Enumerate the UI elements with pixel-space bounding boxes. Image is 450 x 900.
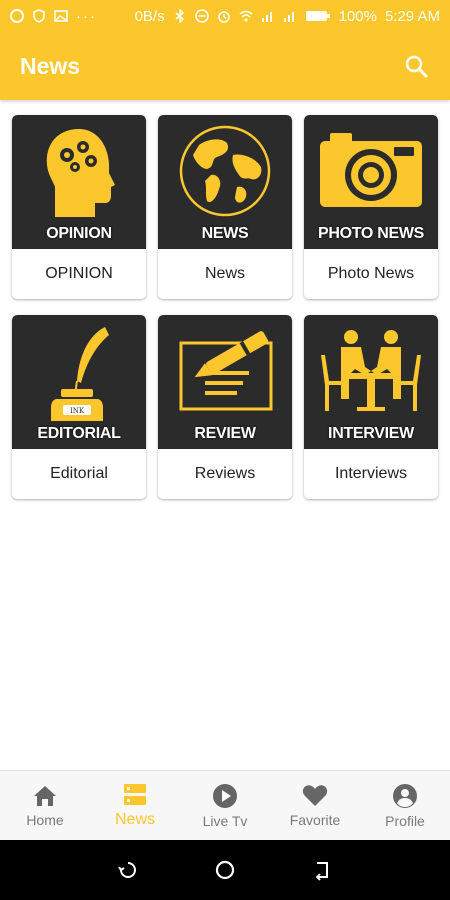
- category-card-news[interactable]: NEWS News: [158, 115, 292, 299]
- alarm-icon: [217, 11, 230, 23]
- nav-item-profile[interactable]: Profile: [360, 783, 450, 829]
- bottom-navigation: Home News Live Tv Favorite Profile: [0, 770, 450, 840]
- category-caption: Interviews: [334, 465, 408, 482]
- category-card-editorial[interactable]: INK EDITORIAL Editorial: [12, 315, 146, 499]
- network-speed: 0B/s: [134, 7, 165, 25]
- nav-item-live-tv[interactable]: Live Tv: [180, 783, 270, 829]
- nav-label: Profile: [385, 812, 425, 829]
- globe-icon: [179, 125, 271, 217]
- back-icon[interactable]: [311, 859, 333, 881]
- page-title: News: [20, 52, 81, 79]
- interview-table-icon: [321, 330, 421, 411]
- category-card-photo-news[interactable]: PHOTO NEWS Photo News: [304, 115, 438, 299]
- notification-icon: [10, 9, 24, 23]
- category-image: REVIEW: [158, 315, 292, 449]
- pen-paper-icon: [179, 331, 273, 411]
- quill-ink-icon: INK: [51, 327, 109, 421]
- nav-label: News: [114, 810, 155, 828]
- shield-icon: [33, 9, 45, 23]
- status-bar-left: ···: [10, 8, 97, 25]
- ink-label: INK: [70, 407, 85, 415]
- search-icon: [405, 55, 428, 78]
- camera-icon: [320, 133, 422, 207]
- battery-level: 100%: [338, 7, 377, 25]
- home-icon: [34, 785, 56, 806]
- category-image-label: PHOTO NEWS: [317, 225, 425, 242]
- category-image: INTERVIEW: [304, 315, 438, 449]
- category-image-label: INTERVIEW: [328, 425, 414, 442]
- nav-label: Live Tv: [202, 812, 248, 829]
- category-image-label: REVIEW: [194, 425, 256, 442]
- category-image: INK EDITORIAL: [12, 315, 146, 449]
- nav-item-home[interactable]: Home: [0, 784, 90, 828]
- signal-icon-2: [283, 12, 294, 22]
- status-bar-right: 0B/s 100% 5:29 AM: [135, 8, 440, 25]
- bluetooth-icon: [175, 9, 184, 23]
- dnd-icon: [194, 9, 209, 23]
- category-caption: Editorial: [50, 465, 108, 482]
- category-image: PHOTO NEWS: [304, 115, 438, 249]
- nav-label: Home: [26, 811, 64, 828]
- nav-label: Favorite: [289, 811, 341, 828]
- profile-icon: [393, 783, 417, 808]
- category-image: NEWS: [158, 115, 292, 249]
- app-bar: News: [0, 32, 450, 100]
- search-button[interactable]: [400, 50, 432, 82]
- play-circle-icon: [213, 783, 237, 808]
- category-card-interview[interactable]: INTERVIEW Interviews: [304, 315, 438, 499]
- more-notifications-icon: ···: [76, 7, 97, 25]
- category-image-label: NEWS: [201, 225, 249, 242]
- signal-icon: [261, 12, 272, 22]
- category-caption: Photo News: [327, 265, 415, 282]
- clock: 5:29 AM: [384, 7, 440, 25]
- home-button-icon[interactable]: [214, 859, 236, 881]
- wifi-icon: [239, 10, 253, 22]
- category-caption: Reviews: [194, 465, 256, 482]
- category-caption: News: [204, 265, 245, 282]
- category-card-opinion[interactable]: OPINION OPINION: [12, 115, 146, 299]
- category-grid: OPINION OPINION NEWS News PHOTO NEWS Pho…: [12, 115, 440, 499]
- image-icon: [54, 10, 68, 22]
- recents-icon[interactable]: [117, 859, 139, 881]
- category-image-label: OPINION: [46, 225, 112, 242]
- system-navigation-bar: [0, 840, 450, 900]
- category-image-label: EDITORIAL: [37, 425, 121, 442]
- category-image: OPINION: [12, 115, 146, 249]
- category-card-review[interactable]: REVIEW Reviews: [158, 315, 292, 499]
- heart-icon: [302, 784, 328, 806]
- head-gears-icon: [46, 129, 115, 217]
- nav-item-news[interactable]: News: [90, 783, 180, 829]
- category-caption: OPINION: [45, 265, 113, 282]
- nav-item-favorite[interactable]: Favorite: [270, 784, 360, 828]
- news-list-icon: [124, 783, 146, 805]
- status-bar: ··· 0B/s 100% 5:29 AM: [0, 0, 450, 32]
- battery-icon: [305, 11, 330, 21]
